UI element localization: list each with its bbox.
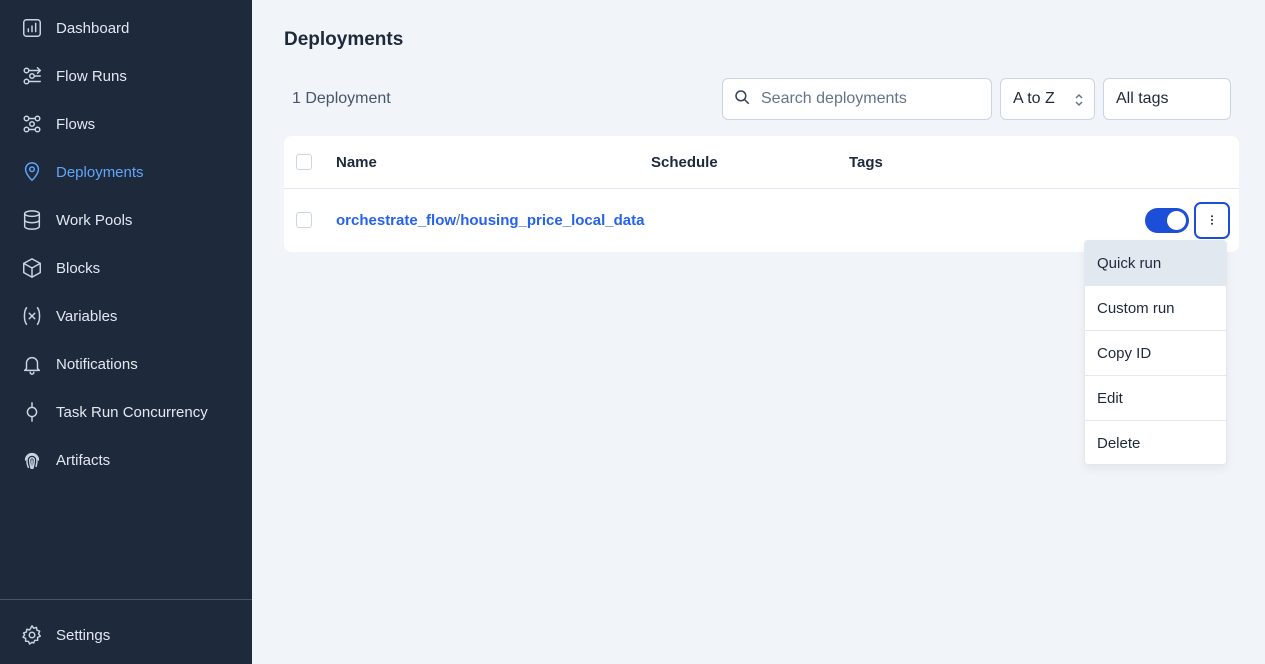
chevron-up-down-icon — [1074, 92, 1084, 108]
column-header-schedule: Schedule — [651, 154, 718, 171]
concurrency-icon — [20, 400, 44, 424]
sort-value: A to Z — [1013, 90, 1055, 107]
sidebar-item-label: Work Pools — [56, 211, 133, 229]
sidebar-item-label: Variables — [56, 307, 118, 325]
menu-item-copy-id[interactable]: Copy ID — [1085, 331, 1226, 376]
menu-item-quick-run[interactable]: Quick run — [1085, 241, 1226, 286]
toggle-knob — [1167, 211, 1186, 230]
menu-item-custom-run[interactable]: Custom run — [1085, 286, 1226, 331]
deployment-name[interactable]: housing_price_local_data — [460, 212, 644, 229]
sidebar-item-work-pools[interactable]: Work Pools — [0, 200, 252, 240]
sidebar-item-label: Flow Runs — [56, 67, 127, 85]
sidebar-item-artifacts[interactable]: Artifacts — [0, 440, 252, 480]
table-header: Name Schedule Tags — [284, 136, 1239, 189]
sidebar-item-label: Dashboard — [56, 19, 130, 37]
deployments-table: Name Schedule Tags orchestrate_flow/hous… — [284, 136, 1239, 252]
sidebar-item-flows[interactable]: Flows — [0, 104, 252, 144]
main-content: Deployments 1 Deployment A to Z All tags… — [252, 0, 1265, 664]
deployment-enabled-toggle[interactable] — [1145, 208, 1189, 233]
flow-name[interactable]: orchestrate_flow — [336, 212, 456, 229]
bell-icon — [20, 352, 44, 376]
database-icon — [20, 208, 44, 232]
sidebar-divider — [0, 599, 252, 600]
sidebar-item-label: Artifacts — [56, 451, 111, 469]
sidebar-item-dashboard[interactable]: Dashboard — [0, 8, 252, 48]
sidebar-item-blocks[interactable]: Blocks — [0, 248, 252, 288]
flow-runs-icon — [20, 64, 44, 88]
more-vertical-icon — [1210, 212, 1214, 230]
sidebar: Dashboard Flow Runs Flows Deployments Wo… — [0, 0, 252, 664]
sidebar-item-variables[interactable]: Variables — [0, 296, 252, 336]
tags-filter[interactable]: All tags — [1103, 78, 1231, 120]
menu-item-delete[interactable]: Delete — [1085, 421, 1226, 464]
column-header-name: Name — [336, 154, 377, 171]
tags-value: All tags — [1116, 90, 1169, 107]
deployment-count: 1 Deployment — [292, 90, 391, 107]
sidebar-item-task-run-concurrency[interactable]: Task Run Concurrency — [0, 392, 252, 432]
sort-select[interactable]: A to Z — [1000, 78, 1095, 120]
deployment-name-link[interactable]: orchestrate_flow/housing_price_local_dat… — [336, 212, 644, 229]
flows-icon — [20, 112, 44, 136]
chart-bar-icon — [20, 16, 44, 40]
map-pin-icon — [20, 160, 44, 184]
search-box[interactable] — [722, 78, 992, 120]
cube-icon — [20, 256, 44, 280]
sidebar-item-settings[interactable]: Settings — [0, 615, 252, 655]
sidebar-item-label: Deployments — [56, 163, 144, 181]
sidebar-item-label: Notifications — [56, 355, 138, 373]
gear-icon — [20, 623, 44, 647]
sidebar-item-deployments[interactable]: Deployments — [0, 152, 252, 192]
sidebar-item-label: Settings — [56, 626, 111, 644]
page-title: Deployments — [284, 29, 404, 50]
search-icon — [733, 88, 751, 111]
sidebar-item-notifications[interactable]: Notifications — [0, 344, 252, 384]
sidebar-item-label: Task Run Concurrency — [56, 403, 208, 421]
sidebar-item-label: Flows — [56, 115, 96, 133]
fingerprint-icon — [20, 448, 44, 472]
row-actions-menu: Quick run Custom run Copy ID Edit Delete — [1084, 240, 1227, 465]
row-checkbox[interactable] — [296, 212, 312, 228]
select-all-checkbox[interactable] — [296, 154, 312, 170]
row-actions-button[interactable] — [1194, 202, 1230, 239]
column-header-tags: Tags — [849, 154, 883, 171]
menu-item-edit[interactable]: Edit — [1085, 376, 1226, 421]
variable-icon — [20, 304, 44, 328]
sidebar-item-label: Blocks — [56, 259, 101, 277]
search-input[interactable] — [761, 90, 981, 108]
sidebar-item-flow-runs[interactable]: Flow Runs — [0, 56, 252, 96]
